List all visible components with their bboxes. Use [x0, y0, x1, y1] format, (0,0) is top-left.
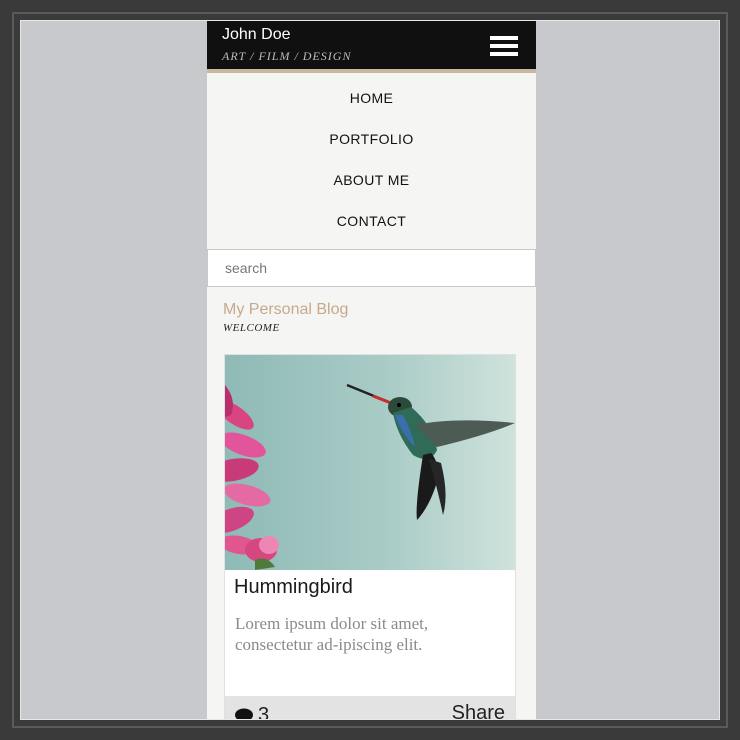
post-title[interactable]: Hummingbird — [234, 576, 515, 599]
comment-count: 3 — [258, 704, 270, 720]
main-nav: HOME PORTFOLIO ABOUT ME CONTACT — [207, 73, 536, 249]
menu-bar — [490, 36, 518, 40]
site-owner-name[interactable]: John Doe — [222, 26, 291, 44]
menu-bar — [490, 44, 518, 48]
speech-bubble-icon — [235, 708, 253, 719]
nav-item-about-me[interactable]: ABOUT ME — [207, 167, 536, 208]
hummingbird — [346, 383, 515, 520]
nav-item-home[interactable]: HOME — [207, 85, 536, 126]
search-input[interactable] — [207, 249, 536, 287]
post-footer: 3 Share — [225, 696, 515, 720]
hummingbird-photo[interactable] — [225, 355, 515, 570]
pink-flower — [225, 385, 279, 570]
top-bar: John Doe ART / FILM / DESIGN — [207, 21, 536, 73]
blog-post-card[interactable]: Hummingbird Lorem ipsum dolor sit amet, … — [224, 354, 516, 720]
blog-subtitle: WELCOME — [223, 322, 280, 334]
hummingbird-illustration — [225, 383, 515, 570]
blog-title: My Personal Blog — [223, 301, 349, 318]
nav-item-portfolio[interactable]: PORTFOLIO — [207, 126, 536, 167]
post-excerpt: Lorem ipsum dolor sit amet, consectetur … — [235, 614, 429, 654]
mobile-page: John Doe ART / FILM / DESIGN HOME PORTFO… — [207, 21, 536, 720]
screen-canvas: John Doe ART / FILM / DESIGN HOME PORTFO… — [20, 20, 720, 720]
share-button[interactable]: Share — [452, 702, 505, 719]
hamburger-menu-icon[interactable] — [490, 36, 518, 60]
comments-link[interactable]: 3 — [234, 704, 270, 720]
site-tagline: ART / FILM / DESIGN — [222, 49, 352, 63]
nav-item-contact[interactable]: CONTACT — [207, 208, 536, 249]
menu-bar — [490, 52, 518, 56]
